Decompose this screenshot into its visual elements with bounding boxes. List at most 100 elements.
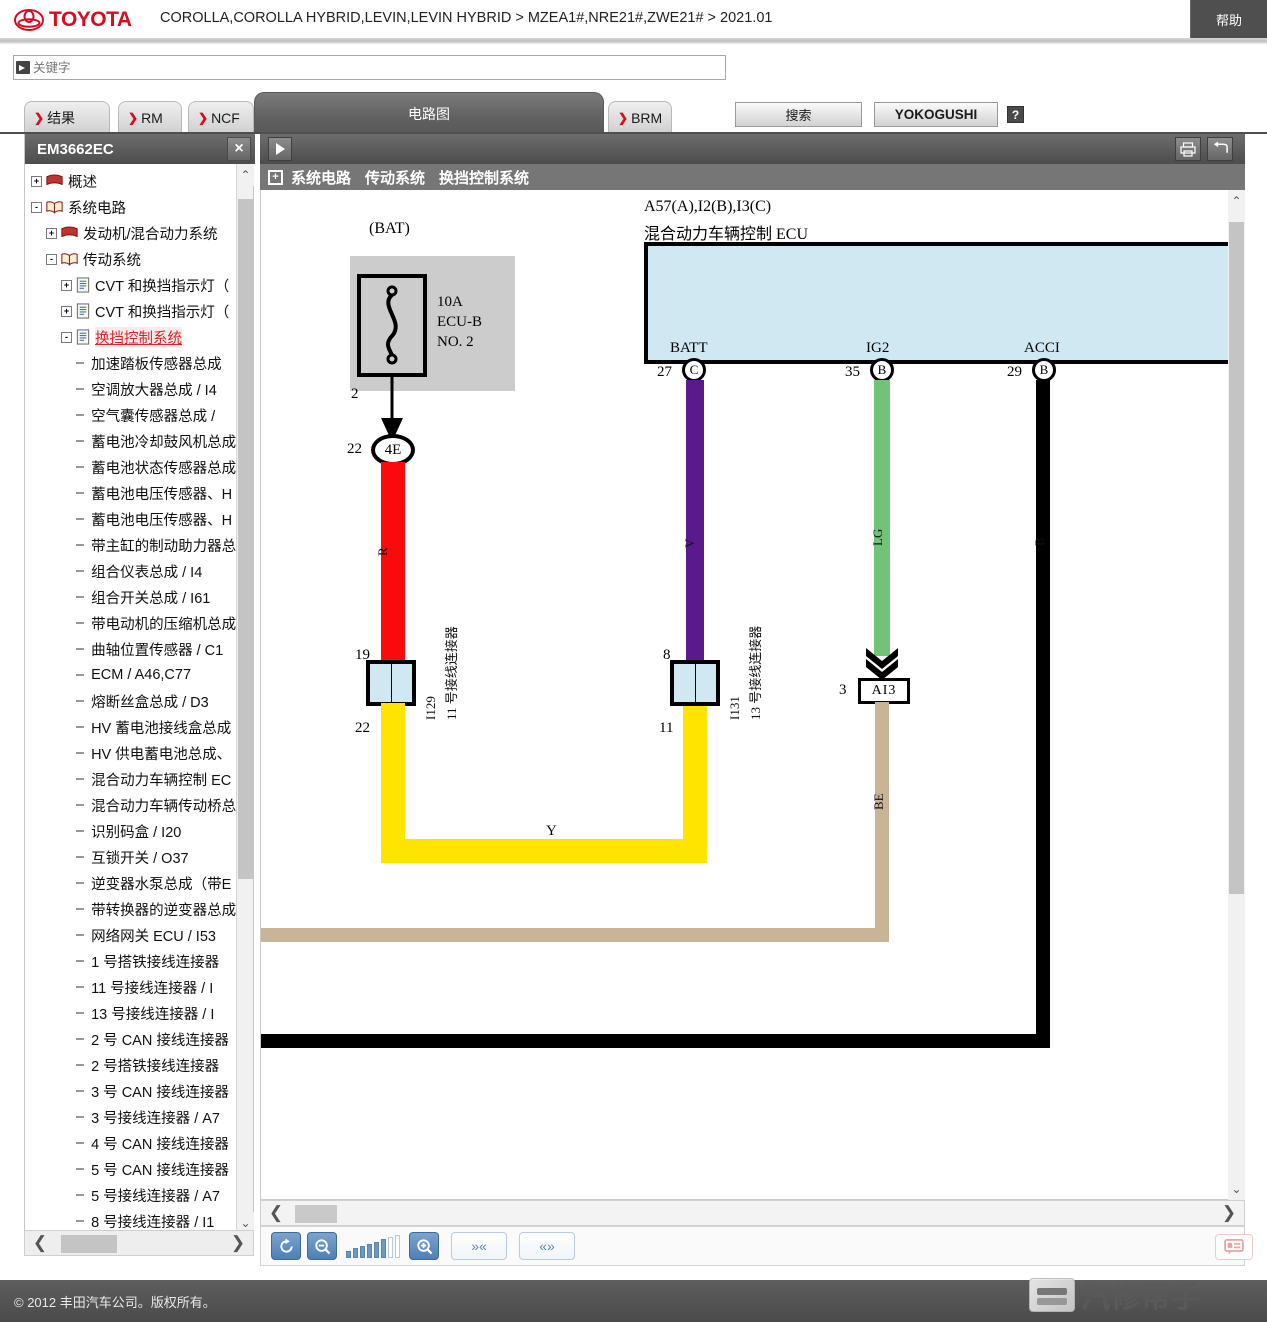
- diagram-vertical-scrollbar[interactable]: ⌃ ⌄: [1228, 190, 1245, 1200]
- tab-results[interactable]: ❯ 结果: [24, 101, 110, 134]
- tree-dash-icon: –: [76, 407, 85, 423]
- tree-item-14[interactable]: – 带主缸的制动助力器总: [25, 532, 238, 558]
- tree-item-19[interactable]: – ECM / A46,C77: [25, 662, 238, 688]
- hscrollbar-thumb[interactable]: [61, 1235, 117, 1253]
- tree-item-22[interactable]: – HV 供电蓄电池总成、: [25, 740, 238, 766]
- document-tree[interactable]: + 概述 - 系统电路 + 发动机/混合动力系统 - 传动系统 + CVT 和换挡指示灯（ + CVT…: [25, 164, 238, 1234]
- tree-item-31[interactable]: –11 号接线连接器 / I: [25, 974, 238, 1000]
- tree-item-33[interactable]: –2 号 CAN 接线连接器: [25, 1026, 238, 1052]
- zoom-out-icon[interactable]: [307, 1232, 337, 1260]
- keyword-field-wrapper[interactable]: [13, 55, 726, 80]
- document-code-label: EM3662EC: [37, 140, 114, 158]
- tree-item-3[interactable]: - 传动系统: [25, 246, 238, 272]
- zoom-step-1[interactable]: [346, 1250, 351, 1258]
- tree-item-16[interactable]: – 组合开关总成 / I61: [25, 584, 238, 610]
- tree-item-0[interactable]: + 概述: [25, 168, 238, 194]
- tree-toggle-icon[interactable]: -: [61, 331, 72, 343]
- tab-ncf[interactable]: ❯ NCF: [188, 101, 254, 134]
- zoom-in-icon[interactable]: [409, 1232, 439, 1260]
- tab-rm[interactable]: ❯ RM: [118, 101, 182, 134]
- scroll-up-icon[interactable]: ⌃: [237, 164, 254, 186]
- tree-item-label: 5 号接线连接器 / A7: [91, 1188, 220, 1205]
- tree-toggle-icon[interactable]: -: [31, 201, 42, 213]
- tree-item-label: 11 号接线连接器 / I: [91, 980, 214, 997]
- scrollbar-thumb[interactable]: [238, 199, 253, 879]
- tree-item-1[interactable]: - 系统电路: [25, 194, 238, 220]
- zoom-step-2[interactable]: [353, 1248, 358, 1258]
- tree-item-37[interactable]: –4 号 CAN 接线连接器: [25, 1130, 238, 1156]
- tree-item-21[interactable]: – HV 蓄电池接线盒总成: [25, 714, 238, 740]
- tree-item-30[interactable]: –1 号搭铁接线连接器: [25, 948, 238, 974]
- print-icon[interactable]: [1175, 137, 1201, 161]
- tree-toggle-icon[interactable]: +: [31, 175, 42, 187]
- sidebar-horizontal-scrollbar[interactable]: ❮ ❯: [24, 1230, 254, 1256]
- previous-page-button[interactable]: «»: [519, 1232, 575, 1260]
- tree-toggle-icon[interactable]: +: [46, 227, 57, 239]
- tree-item-2[interactable]: + 发动机/混合动力系统: [25, 220, 238, 246]
- feedback-icon[interactable]: [1215, 1234, 1253, 1260]
- diagram-canvas-viewport[interactable]: (BAT) 10A ECU-B NO. 2 2 4E 22 A57(A),I2(…: [260, 190, 1245, 1200]
- tree-item-9[interactable]: – 空气囊传感器总成 /: [25, 402, 238, 428]
- diagram-horizontal-scrollbar[interactable]: ❮ ❯: [260, 1200, 1245, 1226]
- tab-brm[interactable]: ❯ BRM: [608, 101, 672, 134]
- zoom-step-5[interactable]: [374, 1241, 379, 1258]
- scroll-right-icon[interactable]: ❯: [1214, 1203, 1244, 1223]
- tree-toggle-icon[interactable]: -: [46, 253, 57, 265]
- tree-item-5[interactable]: + CVT 和换挡指示灯（: [25, 298, 238, 324]
- tree-item-label: 2 号搭铁接线连接器: [91, 1058, 220, 1075]
- tree-item-7[interactable]: – 加速踏板传感器总成: [25, 350, 238, 376]
- tree-item-24[interactable]: – 混合动力车辆传动桥总: [25, 792, 238, 818]
- zoom-step-8[interactable]: [395, 1234, 400, 1258]
- tree-item-10[interactable]: – 蓄电池冷却鼓风机总成: [25, 428, 238, 454]
- zoom-step-6[interactable]: [381, 1239, 386, 1258]
- tree-item-36[interactable]: –3 号接线连接器 / A7: [25, 1104, 238, 1130]
- next-page-button[interactable]: »«: [451, 1232, 507, 1260]
- scroll-right-icon[interactable]: ❯: [223, 1233, 253, 1253]
- close-icon[interactable]: ×: [227, 137, 251, 161]
- tree-item-26[interactable]: – 互锁开关 / O37: [25, 844, 238, 870]
- expand-panel-button[interactable]: [268, 137, 292, 161]
- search-input[interactable]: [30, 57, 725, 78]
- tree-toggle-icon[interactable]: +: [61, 305, 72, 317]
- tree-item-23[interactable]: – 混合动力车辆控制 EC: [25, 766, 238, 792]
- tree-item-28[interactable]: – 带转换器的逆变器总成: [25, 896, 238, 922]
- tree-item-15[interactable]: – 组合仪表总成 / I4: [25, 558, 238, 584]
- tree-item-11[interactable]: – 蓄电池状态传感器总成: [25, 454, 238, 480]
- tree-item-29[interactable]: – 网络网关 ECU / I53: [25, 922, 238, 948]
- tree-item-39[interactable]: –5 号接线连接器 / A7: [25, 1182, 238, 1208]
- tree-item-27[interactable]: – 逆变器水泵总成（带E: [25, 870, 238, 896]
- scrollbar-thumb[interactable]: [1229, 222, 1244, 894]
- tree-item-17[interactable]: – 带电动机的压缩机总成: [25, 610, 238, 636]
- zoom-step-7[interactable]: [388, 1236, 393, 1258]
- scroll-up-icon[interactable]: ⌃: [1228, 190, 1245, 212]
- zoom-step-4[interactable]: [367, 1243, 372, 1258]
- tree-item-8[interactable]: – 空调放大器总成 / I4: [25, 376, 238, 402]
- tree-toggle-icon[interactable]: +: [61, 279, 72, 291]
- tree-item-12[interactable]: – 蓄电池电压传感器、H: [25, 480, 238, 506]
- tree-item-18[interactable]: – 曲轴位置传感器 / C1: [25, 636, 238, 662]
- sidebar-vertical-scrollbar[interactable]: ⌃ ⌄: [236, 164, 254, 1234]
- tree-item-6[interactable]: - 换挡控制系统: [25, 324, 238, 350]
- tree-item-32[interactable]: –13 号接线连接器 / I: [25, 1000, 238, 1026]
- tree-item-20[interactable]: – 熔断丝盒总成 / D3: [25, 688, 238, 714]
- scroll-left-icon[interactable]: ❮: [25, 1233, 55, 1253]
- tree-item-38[interactable]: –5 号 CAN 接线连接器: [25, 1156, 238, 1182]
- tree-item-35[interactable]: –3 号 CAN 接线连接器: [25, 1078, 238, 1104]
- tree-item-13[interactable]: – 蓄电池电压传感器、H: [25, 506, 238, 532]
- expand-plus-icon[interactable]: +: [268, 169, 283, 185]
- tree-item-label: 发动机/混合动力系统: [83, 226, 218, 243]
- refresh-icon[interactable]: [271, 1232, 301, 1260]
- help-button[interactable]: 帮助: [1190, 0, 1267, 38]
- hscrollbar-thumb[interactable]: [295, 1205, 337, 1223]
- zoom-step-3[interactable]: [360, 1246, 365, 1258]
- tree-item-25[interactable]: – 识别码盒 / I20: [25, 818, 238, 844]
- tree-item-34[interactable]: –2 号搭铁接线连接器: [25, 1052, 238, 1078]
- tab-wiring-diagram[interactable]: 电路图: [254, 92, 604, 134]
- back-icon[interactable]: [1207, 137, 1233, 161]
- tree-item-4[interactable]: + CVT 和换挡指示灯（: [25, 272, 238, 298]
- scroll-down-icon[interactable]: ⌄: [1228, 1178, 1245, 1200]
- main-content: EM3662EC × + 概述 - 系统电路 + 发动机/混合动力系统 - 传动系统 + CVT …: [0, 134, 1267, 1256]
- scroll-left-icon[interactable]: ❮: [261, 1203, 291, 1223]
- tree-dash-icon: –: [76, 1161, 85, 1177]
- zoom-level-slider[interactable]: [343, 1234, 403, 1258]
